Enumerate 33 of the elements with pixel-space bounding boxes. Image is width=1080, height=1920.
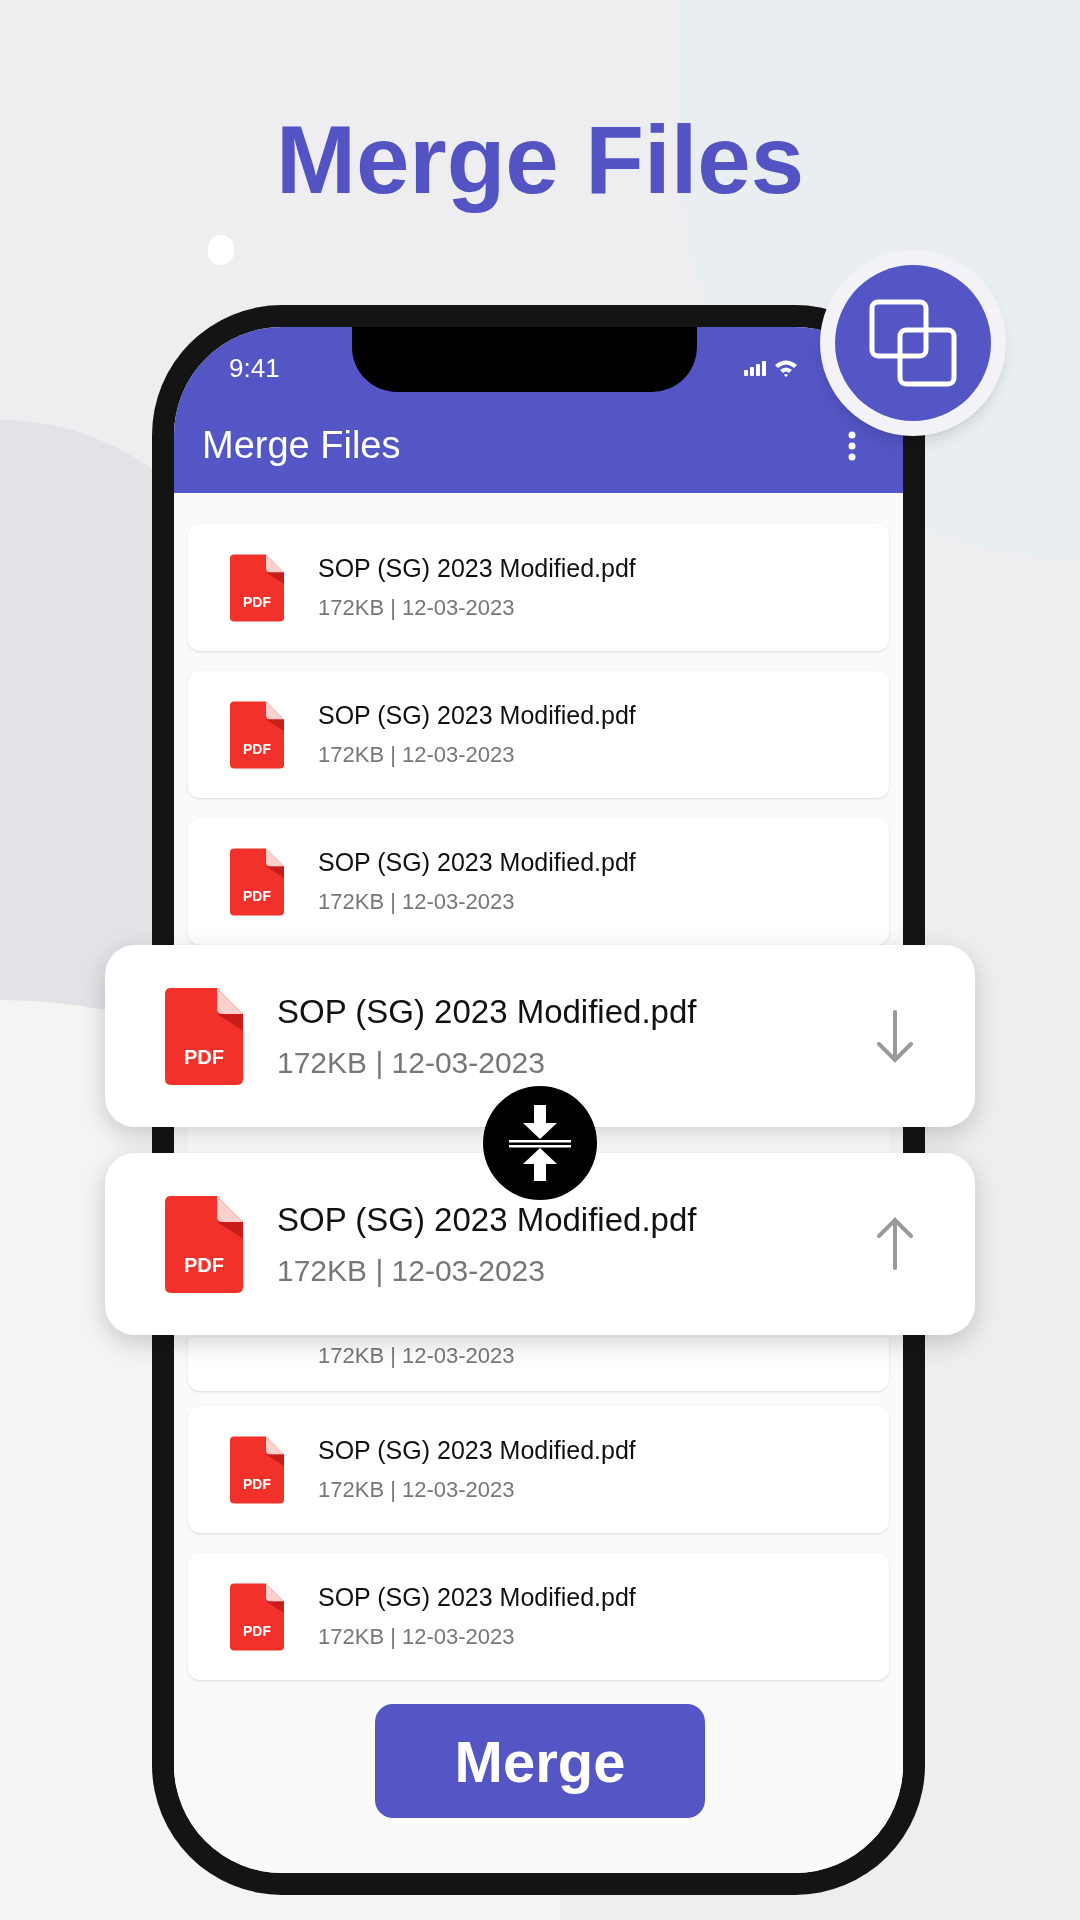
file-card[interactable]: 172KB | 12-03-2023 bbox=[188, 1337, 889, 1391]
file-name: SOP (SG) 2023 Modified.pdf bbox=[277, 1199, 697, 1240]
dragged-file-card[interactable]: PDF SOP (SG) 2023 Modified.pdf 172KB | 12-03-2023 bbox=[105, 1153, 975, 1335]
file-name: SOP (SG) 2023 Modified.pdf bbox=[318, 1582, 636, 1613]
file-card[interactable]: PDF SOP (SG) 2023 Modified.pdf 172KB | 12-03-2023 bbox=[188, 1553, 889, 1680]
arrow-up-icon[interactable] bbox=[875, 1216, 915, 1272]
file-name: SOP (SG) 2023 Modified.pdf bbox=[318, 553, 636, 584]
file-card[interactable]: PDF SOP (SG) 2023 Modified.pdf 172KB | 12-03-2023 bbox=[188, 524, 889, 651]
headline: Merge Files bbox=[275, 105, 805, 215]
file-details: 172KB | 12-03-2023 bbox=[318, 741, 516, 769]
file-details: 172KB | 12-03-2023 bbox=[318, 888, 516, 916]
file-card[interactable]: PDF SOP (SG) 2023 Modified.pdf 172KB | 12-03-2023 bbox=[188, 818, 889, 945]
file-card[interactable]: PDF SOP (SG) 2023 Modified.pdf 172KB | 12-03-2023 bbox=[188, 1406, 889, 1533]
merge-button[interactable]: Merge bbox=[375, 1704, 705, 1818]
signal-icon bbox=[744, 360, 768, 376]
more-menu-icon[interactable] bbox=[847, 430, 857, 461]
file-details: 172KB | 12-03-2023 bbox=[318, 1623, 516, 1651]
file-details: 172KB | 12-03-2023 bbox=[318, 1476, 516, 1504]
arrow-down-icon[interactable] bbox=[875, 1008, 915, 1064]
file-name: SOP (SG) 2023 Modified.pdf bbox=[277, 991, 697, 1032]
status-time: 9:41 bbox=[229, 351, 280, 385]
file-details: 172KB | 12-03-2023 bbox=[277, 1253, 546, 1290]
file-details: 172KB | 12-03-2023 bbox=[318, 1343, 515, 1368]
file-name: SOP (SG) 2023 Modified.pdf bbox=[318, 700, 636, 731]
overlapping-squares-icon bbox=[868, 298, 958, 388]
file-card[interactable]: PDF SOP (SG) 2023 Modified.pdf 172KB | 12-03-2023 bbox=[188, 671, 889, 798]
app-title: Merge Files bbox=[202, 423, 401, 468]
file-details: 172KB | 12-03-2023 bbox=[318, 594, 516, 622]
file-name: SOP (SG) 2023 Modified.pdf bbox=[318, 847, 636, 878]
wifi-icon bbox=[774, 359, 798, 377]
dragged-file-card[interactable]: PDF SOP (SG) 2023 Modified.pdf 172KB | 12-03-2023 bbox=[105, 945, 975, 1127]
file-name: SOP (SG) 2023 Modified.pdf bbox=[318, 1435, 636, 1466]
file-details: 172KB | 12-03-2023 bbox=[277, 1045, 546, 1082]
